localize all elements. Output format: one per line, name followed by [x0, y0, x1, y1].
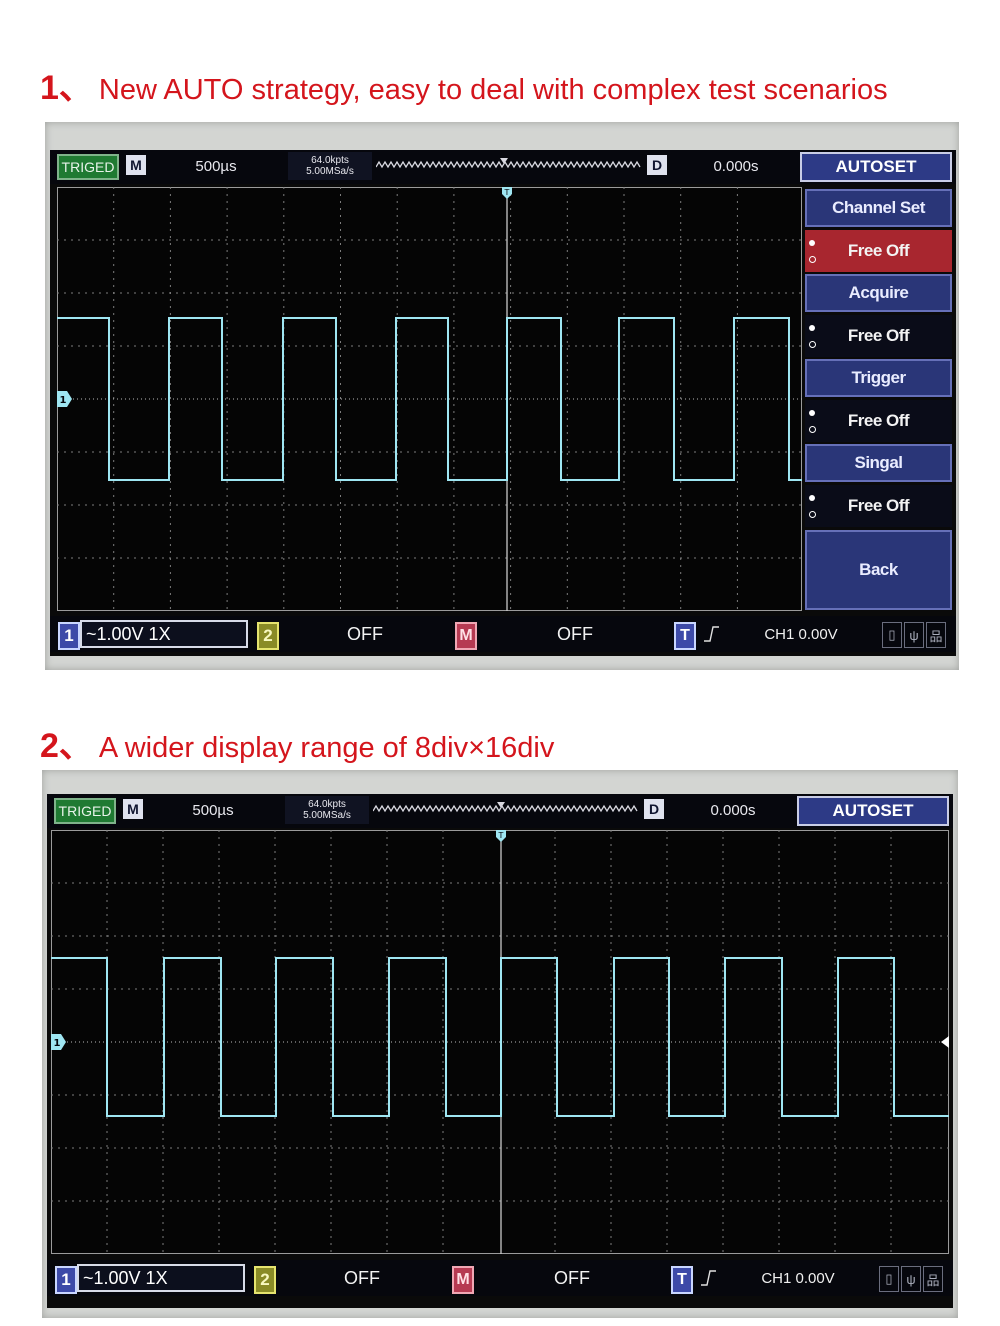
- trigger-button[interactable]: T: [671, 1266, 693, 1294]
- delay-indicator: D: [644, 799, 664, 819]
- rising-edge-icon: [701, 1270, 716, 1286]
- ch2-button[interactable]: 2: [254, 1266, 276, 1294]
- memory-position-zigzag-icon: [376, 158, 641, 169]
- delay-readout[interactable]: 0.000s: [702, 799, 764, 821]
- memory-position-zigzag-icon: [373, 802, 638, 813]
- delay-indicator: D: [647, 155, 667, 175]
- radio-off-icon: [809, 341, 816, 348]
- autoset-button[interactable]: AUTOSET: [800, 152, 952, 182]
- trig-status-badge: TRIGED: [54, 798, 116, 824]
- waveform-display: T 1: [57, 187, 802, 611]
- menu-title-channel-set[interactable]: Channel Set: [805, 189, 952, 227]
- mode-indicator: M: [126, 155, 146, 175]
- menu-option-label: Free Off: [847, 496, 910, 515]
- radio-on-icon: [809, 240, 815, 246]
- trigger-position-letter: T: [504, 188, 510, 197]
- lan-icon: 品: [926, 622, 946, 648]
- math-state: OFF: [557, 623, 593, 644]
- ch1-button[interactable]: 1: [55, 1266, 77, 1294]
- rising-edge-icon: [704, 626, 719, 642]
- menu-title-singal[interactable]: Singal: [805, 444, 952, 482]
- radio-on-icon: [809, 410, 815, 416]
- math-button[interactable]: M: [455, 622, 477, 650]
- menu-title-acquire[interactable]: Acquire: [805, 274, 952, 312]
- menu-title-trigger[interactable]: Trigger: [805, 359, 952, 397]
- radio-off-icon: [809, 256, 816, 263]
- ch1-button[interactable]: 1: [58, 622, 80, 650]
- trig-status-badge: TRIGED: [57, 154, 119, 180]
- ch1-ground-label: 1: [54, 1038, 61, 1049]
- math-button[interactable]: M: [452, 1266, 474, 1294]
- menu-option-label: Free Off: [847, 326, 910, 345]
- trigger-position-letter: T: [498, 831, 504, 840]
- radio-on-icon: [809, 325, 815, 331]
- menu-option-acquire[interactable]: Free Off: [805, 315, 952, 357]
- usb-icon: ψ: [904, 622, 924, 648]
- radio-on-icon: [809, 495, 815, 501]
- heading-2: 2、 A wider display range of 8div×16div: [40, 718, 554, 767]
- acquisition-info: 64.0kpts 5.00MSa/s: [288, 152, 372, 180]
- mode-indicator: M: [123, 799, 143, 819]
- timebase-readout[interactable]: 500µs: [187, 799, 239, 821]
- acquisition-info: 64.0kpts 5.00MSa/s: [285, 796, 369, 824]
- menu-option-channel-set[interactable]: Free Off: [805, 230, 952, 272]
- heading-1-text: New AUTO strategy, easy to deal with com…: [98, 74, 888, 106]
- usb-icon: ψ: [901, 1266, 921, 1292]
- ch1-ground-label: 1: [60, 395, 67, 406]
- timebase-readout[interactable]: 500µs: [190, 155, 242, 177]
- autoset-button[interactable]: AUTOSET: [797, 796, 949, 826]
- ch2-state: OFF: [344, 1267, 380, 1288]
- waveform-display: T 1: [51, 830, 949, 1254]
- sample-rate: 5.00MSa/s: [306, 166, 354, 177]
- scope-screen-1: TRIGED M 500µs 64.0kpts 5.00MSa/s D 0.00…: [50, 150, 956, 656]
- ch2-button[interactable]: 2: [257, 622, 279, 650]
- usb-drive-icon: ▯: [879, 1266, 899, 1292]
- trigger-info[interactable]: CH1 0.00V: [756, 622, 846, 646]
- radio-off-icon: [809, 426, 816, 433]
- heading-2-text: A wider display range of 8div×16div: [98, 732, 555, 764]
- lan-icon: 品: [923, 1266, 943, 1292]
- scope-screen-2: TRIGED M 500µs 64.0kpts 5.00MSa/s D 0.00…: [47, 794, 953, 1308]
- trigger-info[interactable]: CH1 0.00V: [753, 1266, 843, 1290]
- sample-rate: 5.00MSa/s: [303, 810, 351, 821]
- menu-option-label: Free Off: [847, 411, 910, 430]
- ch1-setting[interactable]: ~1.00V 1X: [77, 1264, 245, 1292]
- memory-depth: 64.0kpts: [308, 799, 346, 810]
- trigger-button[interactable]: T: [674, 622, 696, 650]
- scope-photo-1: TRIGED M 500µs 64.0kpts 5.00MSa/s D 0.00…: [45, 122, 959, 670]
- menu-option-singal[interactable]: Free Off: [805, 485, 952, 527]
- scope-photo-2: TRIGED M 500µs 64.0kpts 5.00MSa/s D 0.00…: [42, 770, 958, 1318]
- heading-1: 1、 New AUTO strategy, easy to deal with c…: [40, 60, 888, 109]
- math-state: OFF: [554, 1267, 590, 1288]
- ch1-setting[interactable]: ~1.00V 1X: [80, 620, 248, 648]
- heading-2-number: 2、: [40, 727, 93, 765]
- memory-depth: 64.0kpts: [311, 155, 349, 166]
- delay-readout[interactable]: 0.000s: [705, 155, 767, 177]
- usb-drive-icon: ▯: [882, 622, 902, 648]
- menu-option-trigger[interactable]: Free Off: [805, 400, 952, 442]
- heading-1-number: 1、: [40, 69, 93, 107]
- back-button[interactable]: Back: [805, 530, 952, 610]
- menu-option-label: Free Off: [847, 241, 910, 260]
- ch2-state: OFF: [347, 623, 383, 644]
- radio-off-icon: [809, 511, 816, 518]
